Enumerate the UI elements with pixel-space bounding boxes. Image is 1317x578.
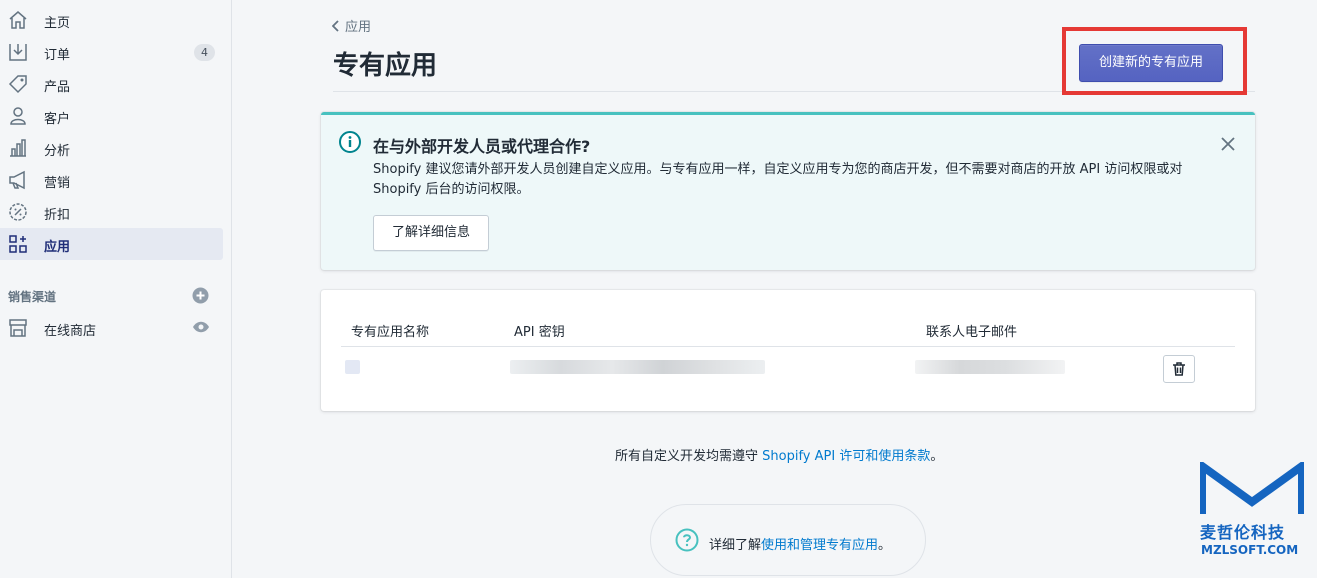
learn-more-button[interactable]: 了解详细信息 xyxy=(373,215,489,251)
sidebar-item-label: 营销 xyxy=(44,176,71,191)
delete-app-button[interactable] xyxy=(1163,355,1195,383)
sidebar-item-label: 折扣 xyxy=(44,208,71,223)
sales-channels-heading: 销售渠道 xyxy=(8,290,57,304)
watermark-name-cn: 麦哲伦科技 xyxy=(1200,523,1286,542)
help-link[interactable]: 使用和管理专有应用 xyxy=(761,538,878,553)
bar-chart-icon xyxy=(10,139,26,157)
create-private-app-button[interactable]: 创建新的专有应用 xyxy=(1079,44,1223,82)
help-footer: 详细了解使用和管理专有应用。 xyxy=(650,504,926,576)
eye-icon[interactable] xyxy=(192,320,210,334)
terms-text: 所有自定义开发均需遵守 xyxy=(615,449,763,464)
banner-text: Shopify 建议您请外部开发人员创建自定义应用。与专有应用一样，自定义应用专… xyxy=(373,162,1183,197)
store-icon xyxy=(9,319,27,337)
sidebar-item-products[interactable]: 产品 xyxy=(0,68,223,100)
trash-icon xyxy=(1173,362,1185,376)
sidebar-item-label: 订单 xyxy=(44,48,71,63)
chevron-left-icon xyxy=(332,19,339,32)
sidebar-item-label: 客户 xyxy=(44,112,71,127)
help-text: 详细了解使用和管理专有应用。 xyxy=(709,534,891,553)
discount-icon xyxy=(9,203,27,221)
info-banner: 在与外部开发人员或代理合作? Shopify 建议您请外部开发人员创建自定义应用… xyxy=(321,112,1255,270)
sidebar-item-orders[interactable]: 订单 4 xyxy=(0,36,223,68)
user-icon xyxy=(10,107,26,125)
sidebar-item-label: 产品 xyxy=(44,80,71,95)
sidebar-item-label: 分析 xyxy=(44,144,71,159)
home-icon xyxy=(9,11,27,29)
column-header-contact-email: 联系人电子邮件 xyxy=(926,325,1018,340)
redacted-contact-email xyxy=(915,360,1065,374)
sidebar-item-home[interactable]: 主页 xyxy=(0,4,223,36)
close-icon[interactable] xyxy=(1220,136,1236,152)
header-divider xyxy=(341,346,1235,347)
orders-icon xyxy=(9,44,27,61)
add-channel-icon[interactable] xyxy=(192,287,209,304)
sidebar-item-analytics[interactable]: 分析 xyxy=(0,132,223,164)
redacted-app-name[interactable] xyxy=(345,360,360,374)
sidebar: 主页 订单 4 产品 客户 分析 营销 折扣 应用 销售渠道 在线商店 xyxy=(0,0,232,578)
breadcrumb[interactable]: 应用 xyxy=(332,16,371,35)
redacted-api-key xyxy=(510,360,765,374)
tag-icon xyxy=(8,75,27,94)
page-title: 专有应用 xyxy=(333,51,438,81)
orders-count-badge: 4 xyxy=(194,44,215,61)
megaphone-icon xyxy=(9,170,25,190)
apps-icon xyxy=(9,235,27,253)
terms-period: 。 xyxy=(930,449,944,464)
help-text-prefix: 详细了解 xyxy=(709,538,762,553)
terms-link[interactable]: Shopify API 许可和使用条款 xyxy=(762,449,930,464)
banner-title: 在与外部开发人员或代理合作? xyxy=(373,137,591,156)
help-text-suffix: 。 xyxy=(878,538,892,553)
watermark-name-en: MZLSOFT.COM xyxy=(1201,543,1299,557)
sidebar-item-label: 在线商店 xyxy=(44,324,97,339)
breadcrumb-label: 应用 xyxy=(345,20,372,35)
sidebar-item-label: 主页 xyxy=(44,16,71,31)
sidebar-item-discounts[interactable]: 折扣 xyxy=(0,196,223,228)
private-apps-table: 专有应用名称 API 密钥 联系人电子邮件 xyxy=(321,290,1255,411)
mzlsoft-logo xyxy=(1200,462,1304,514)
sidebar-item-apps[interactable]: 应用 xyxy=(0,228,223,260)
sidebar-item-label: 应用 xyxy=(44,240,71,255)
question-icon xyxy=(675,528,699,552)
column-header-api-key: API 密钥 xyxy=(514,325,565,340)
sidebar-item-online-store[interactable]: 在线商店 xyxy=(0,312,223,344)
sidebar-item-customers[interactable]: 客户 xyxy=(0,100,223,132)
info-icon xyxy=(339,131,361,153)
terms-notice: 所有自定义开发均需遵守 Shopify API 许可和使用条款。 xyxy=(615,445,943,464)
sidebar-item-marketing[interactable]: 营销 xyxy=(0,164,223,196)
column-header-app-name: 专有应用名称 xyxy=(351,325,430,340)
